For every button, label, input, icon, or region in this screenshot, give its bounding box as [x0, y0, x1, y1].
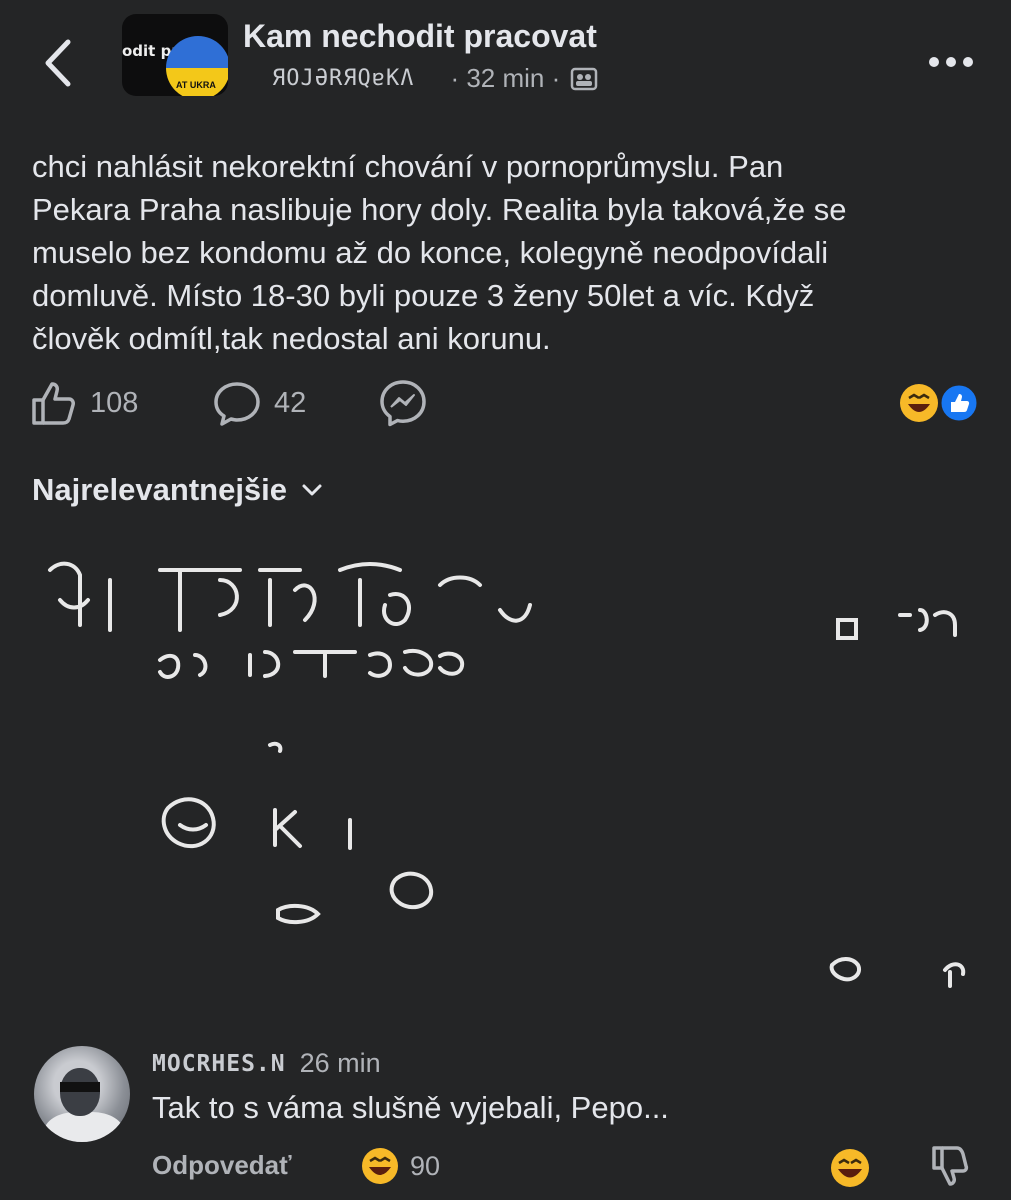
- post-line: domluvě. Místo 18-30 byli pouze 3 ženy 5…: [32, 278, 815, 313]
- comment-count: 42: [274, 386, 307, 419]
- back-button[interactable]: [38, 38, 82, 88]
- reply-button[interactable]: Odpovedať: [152, 1150, 292, 1181]
- commenter-name[interactable]: MOCRHES.N: [152, 1051, 286, 1077]
- post-text: chci nahlásit nekorektní chování v porno…: [32, 145, 992, 360]
- dislike-button[interactable]: [930, 1144, 970, 1190]
- post-line: člověk odmítl,tak nedostal ani korunu.: [32, 321, 551, 356]
- commenter-avatar[interactable]: [34, 1046, 130, 1142]
- post-line: Pekara Praha naslibuje hory doly. Realit…: [32, 192, 847, 227]
- like-button[interactable]: 108: [30, 378, 138, 428]
- author-name[interactable]: ЯOJƏRЯQɐKɅ: [272, 66, 414, 91]
- more-dots-icon: [929, 57, 973, 67]
- laughing-emoji-icon: [900, 382, 980, 424]
- group-avatar[interactable]: odit pr AT UKRA: [122, 14, 228, 96]
- group-avatar-subtext: AT UKRA: [176, 80, 216, 90]
- redacted-scribble: [48, 561, 966, 988]
- post-meta: ЯOJƏRЯQɐKɅ · 32 min ·: [272, 63, 598, 94]
- reaction-summary[interactable]: [898, 380, 982, 426]
- comment-header: MOCRHES.N 26 min: [152, 1048, 381, 1079]
- group-title[interactable]: Kam nechodit pracovat: [243, 18, 597, 55]
- comment-reaction-summary[interactable]: 90: [360, 1146, 440, 1186]
- comment-sort-dropdown[interactable]: Najrelevantnejšie: [32, 472, 323, 508]
- post-line: muselo bez kondomu až do konce, kolegyně…: [32, 235, 829, 270]
- comment-time: 26 min: [299, 1048, 381, 1078]
- post-time: · 32 min ·: [450, 63, 561, 93]
- avatar-face: [60, 1068, 100, 1116]
- more-options-button[interactable]: [926, 52, 976, 72]
- avatar-sunglasses: [60, 1082, 100, 1092]
- post-line: chci nahlásit nekorektní chování v porno…: [32, 149, 784, 184]
- laughing-emoji-icon: [362, 1148, 398, 1184]
- thumbs-up-icon: [32, 382, 75, 425]
- like-count: 108: [90, 386, 139, 419]
- group-icon: [571, 67, 598, 90]
- share-button[interactable]: [378, 378, 428, 428]
- sort-label: Najrelevantnejšie: [32, 472, 288, 507]
- comment-text: Tak to s váma slušně vyjebali, Pepo...: [152, 1090, 669, 1125]
- redacted-comment-area: [20, 540, 990, 1020]
- messenger-icon: [380, 380, 426, 427]
- comment-button[interactable]: 42: [212, 378, 306, 428]
- chevron-left-icon: [45, 39, 71, 87]
- thumbs-down-icon: [932, 1146, 969, 1186]
- avatar-body: [44, 1112, 124, 1142]
- chevron-down-icon: [302, 484, 322, 496]
- comment-reaction-count: 90: [410, 1150, 441, 1181]
- react-button[interactable]: [828, 1146, 872, 1190]
- comment-bubble-icon: [214, 382, 260, 426]
- laughing-emoji-icon: [831, 1149, 869, 1187]
